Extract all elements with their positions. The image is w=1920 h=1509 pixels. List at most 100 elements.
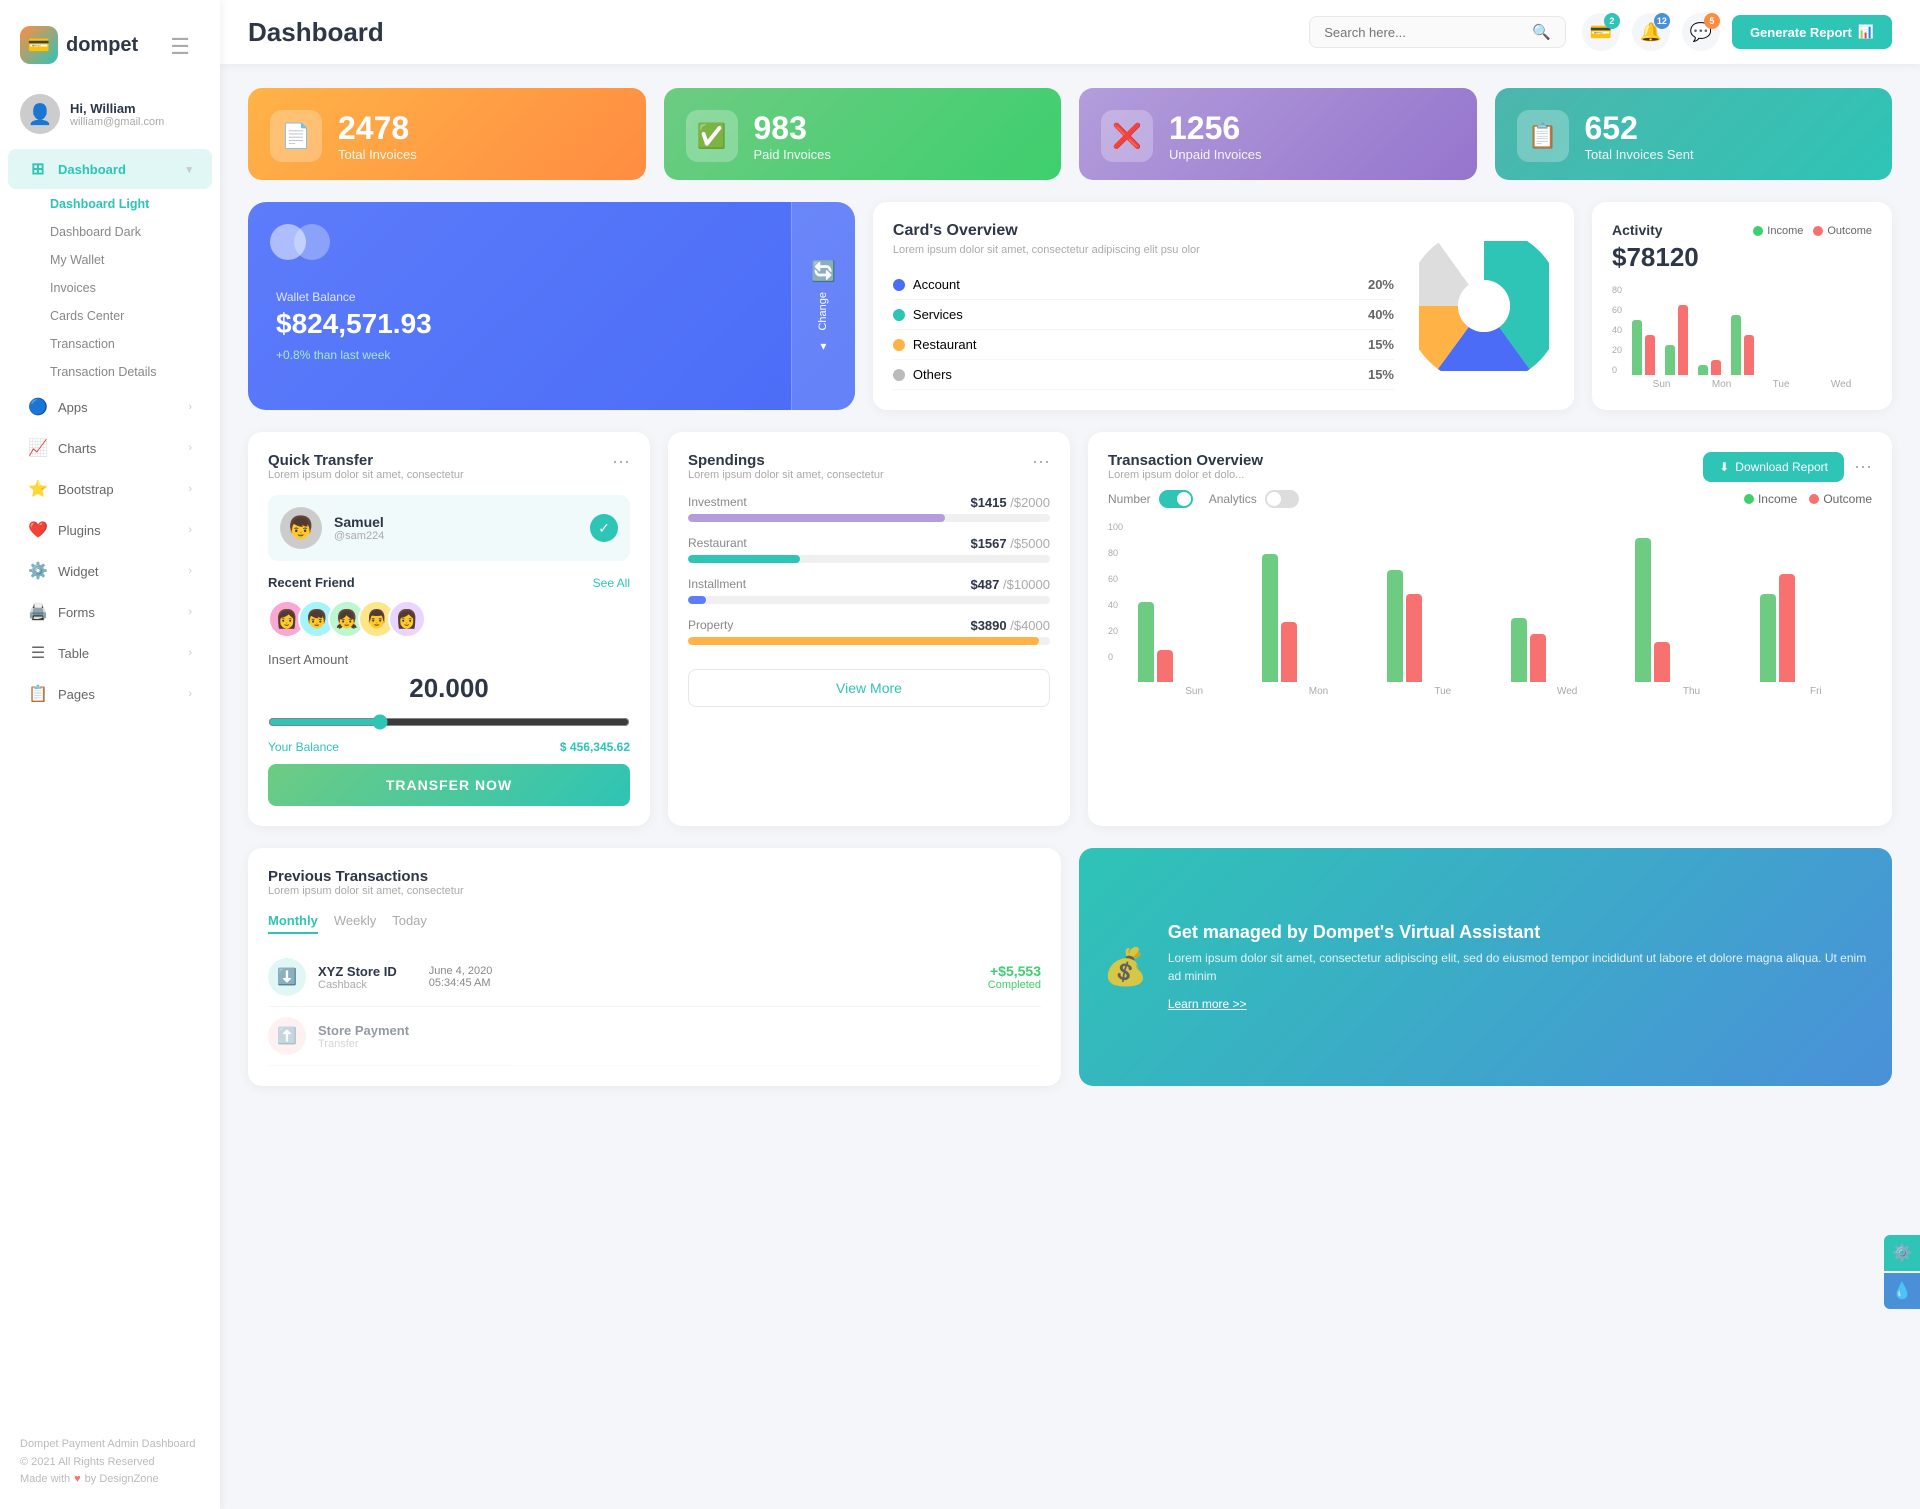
sidebar-item-charts[interactable]: 📈 Charts › — [8, 428, 212, 468]
bottom-row: Quick Transfer Lorem ipsum dolor sit ame… — [248, 432, 1892, 826]
qt-title: Quick Transfer — [268, 452, 464, 469]
sp-investment-label: Investment — [688, 495, 747, 510]
to-x-fri: Fri — [1760, 686, 1872, 697]
download-btn-label: Download Report — [1735, 460, 1828, 474]
water-float-button[interactable]: 💧 — [1884, 1273, 1920, 1309]
sidebar: 💳 dompet ☰ 👤 Hi, William william@gmail.c… — [0, 0, 220, 1509]
account-dot — [893, 279, 905, 291]
generate-report-label: Generate Report — [1750, 25, 1852, 40]
view-more-button[interactable]: View More — [688, 669, 1050, 707]
outcome-legend-dot — [1809, 494, 1819, 504]
sidebar-item-label-pages: Pages — [58, 687, 95, 702]
logo-icon: 💳 — [20, 26, 58, 64]
heart-icon: ♥ — [74, 1471, 81, 1489]
outcome-bar-tue — [1711, 360, 1721, 375]
transfer-now-button[interactable]: TRANSFER NOW — [268, 764, 630, 806]
download-report-button[interactable]: ⬇ Download Report — [1703, 452, 1844, 482]
bar-group-wed — [1731, 315, 1754, 375]
sidebar-sub-invoices[interactable]: Invoices — [0, 274, 220, 302]
sidebar-item-apps[interactable]: 🔵 Apps › — [8, 387, 212, 427]
to-x-labels: Sun Mon Tue Wed Thu Fri — [1108, 686, 1872, 697]
qt-sub: Lorem ipsum dolor sit amet, consectetur — [268, 469, 464, 481]
sidebar-item-label-forms: Forms — [58, 605, 95, 620]
to-income-bar-tue — [1387, 570, 1403, 682]
see-all-link[interactable]: See All — [593, 576, 630, 590]
sp-investment-amounts: $1415 /‌$2000 — [970, 495, 1050, 510]
sp-installment-amounts: $487 /‌$10000 — [970, 577, 1050, 592]
y-label-80: 80 — [1108, 548, 1123, 558]
sidebar-sub-my-wallet[interactable]: My Wallet — [0, 246, 220, 274]
number-toggle[interactable] — [1159, 490, 1193, 508]
qt-user-avatar: 👦 — [280, 507, 322, 549]
previous-transactions-card: Previous Transactions Lorem ipsum dolor … — [248, 848, 1061, 1086]
tab-weekly[interactable]: Weekly — [334, 913, 376, 934]
tab-monthly[interactable]: Monthly — [268, 913, 318, 934]
bell-btn[interactable]: 🔔 12 — [1632, 13, 1670, 51]
bar-group-sun — [1632, 320, 1655, 375]
va-title: Get managed by Dompet's Virtual Assistan… — [1168, 922, 1868, 943]
amount-slider[interactable] — [268, 714, 630, 730]
sp-sub: Lorem ipsum dolor sit amet, consectetur — [688, 469, 884, 481]
outcome-legend: Outcome — [1809, 492, 1872, 506]
stat-card-total-sent: 📋 652 Total Invoices Sent — [1495, 88, 1893, 180]
sidebar-item-widget[interactable]: ⚙️ Widget › — [8, 551, 212, 591]
to-bars-tue — [1387, 570, 1499, 682]
sidebar-item-pages[interactable]: 📋 Pages › — [8, 674, 212, 714]
chevron-right-forms-icon: › — [188, 606, 192, 618]
prev-tx-name-2: Store Payment — [318, 1023, 409, 1038]
sp-property-amounts: $3890 /‌$4000 — [970, 618, 1050, 633]
more-icon[interactable]: ⋯ — [612, 452, 630, 473]
wallet-btn[interactable]: 💳 2 — [1582, 13, 1620, 51]
spendings-more-icon[interactable]: ⋯ — [1032, 452, 1050, 473]
cards-overview: Card's Overview Lorem ipsum dolor sit am… — [873, 202, 1574, 410]
sidebar-sub-cards-center[interactable]: Cards Center — [0, 302, 220, 330]
to-more-icon[interactable]: ⋯ — [1854, 457, 1872, 478]
sidebar-footer: Dompet Payment Admin Dashboard © 2021 Al… — [0, 1424, 220, 1493]
qt-amount-value: 20.000 — [268, 673, 630, 704]
to-x-tue: Tue — [1387, 686, 1499, 697]
chevron-right-bootstrap-icon: › — [188, 483, 192, 495]
income-bar-sun — [1632, 320, 1642, 375]
to-outcome-bar-fri — [1779, 574, 1795, 682]
cards-overview-title: Card's Overview — [893, 222, 1394, 240]
logo-text: dompet — [66, 34, 138, 57]
to-x-sun: Sun — [1138, 686, 1250, 697]
x-label-sun: Sun — [1653, 379, 1671, 390]
avatar: 👤 — [20, 94, 60, 134]
topbar: Dashboard 🔍 💳 2 🔔 12 💬 5 Generate Report… — [220, 0, 1920, 64]
sidebar-item-bootstrap[interactable]: ⭐ Bootstrap › — [8, 469, 212, 509]
sidebar-item-plugins[interactable]: ❤️ Plugins › — [8, 510, 212, 550]
user-name: Hi, William — [70, 101, 164, 116]
hamburger-icon[interactable]: ☰ — [170, 16, 200, 74]
sidebar-sub-dashboard-dark[interactable]: Dashboard Dark — [0, 218, 220, 246]
income-legend-label: Income — [1758, 492, 1797, 506]
income-legend-dot — [1744, 494, 1754, 504]
sp-investment-bar — [688, 514, 945, 522]
search-input[interactable] — [1324, 25, 1524, 40]
chat-btn[interactable]: 💬 5 — [1682, 13, 1720, 51]
va-learn-more-link[interactable]: Learn more >> — [1168, 997, 1247, 1011]
sidebar-sub-transaction-details[interactable]: Transaction Details — [0, 358, 220, 386]
account-pct: 20% — [1368, 277, 1394, 292]
to-x-thu: Thu — [1635, 686, 1747, 697]
sidebar-item-forms[interactable]: 🖨️ Forms › — [8, 592, 212, 632]
tab-today[interactable]: Today — [392, 913, 427, 934]
sidebar-sub-transaction[interactable]: Transaction — [0, 330, 220, 358]
generate-report-button[interactable]: Generate Report 📊 — [1732, 15, 1892, 49]
number-toggle-group: Number — [1108, 490, 1193, 508]
wallet-change-button[interactable]: 🔄 Change ▾ — [791, 202, 855, 410]
charts-icon: 📈 — [28, 438, 48, 458]
sidebar-sub-dashboard-light[interactable]: Dashboard Light — [0, 190, 220, 218]
footer-by: by DesignZone — [85, 1471, 159, 1489]
y-label-100: 100 — [1108, 522, 1123, 532]
analytics-toggle[interactable] — [1265, 490, 1299, 508]
transaction-overview-card: Transaction Overview Lorem ipsum dolor e… — [1088, 432, 1892, 826]
footer-line2: © 2021 All Rights Reserved — [20, 1454, 200, 1472]
qt-user-name: Samuel — [334, 514, 384, 530]
y-label-60: 60 — [1108, 574, 1123, 584]
settings-float-button[interactable]: ⚙️ — [1884, 1235, 1920, 1271]
sidebar-item-table[interactable]: ☰ Table › — [8, 633, 212, 673]
sidebar-item-dashboard[interactable]: ⊞ Dashboard ▾ — [8, 149, 212, 189]
sp-restaurant-bar — [688, 555, 800, 563]
to-bars-mon — [1262, 554, 1374, 682]
